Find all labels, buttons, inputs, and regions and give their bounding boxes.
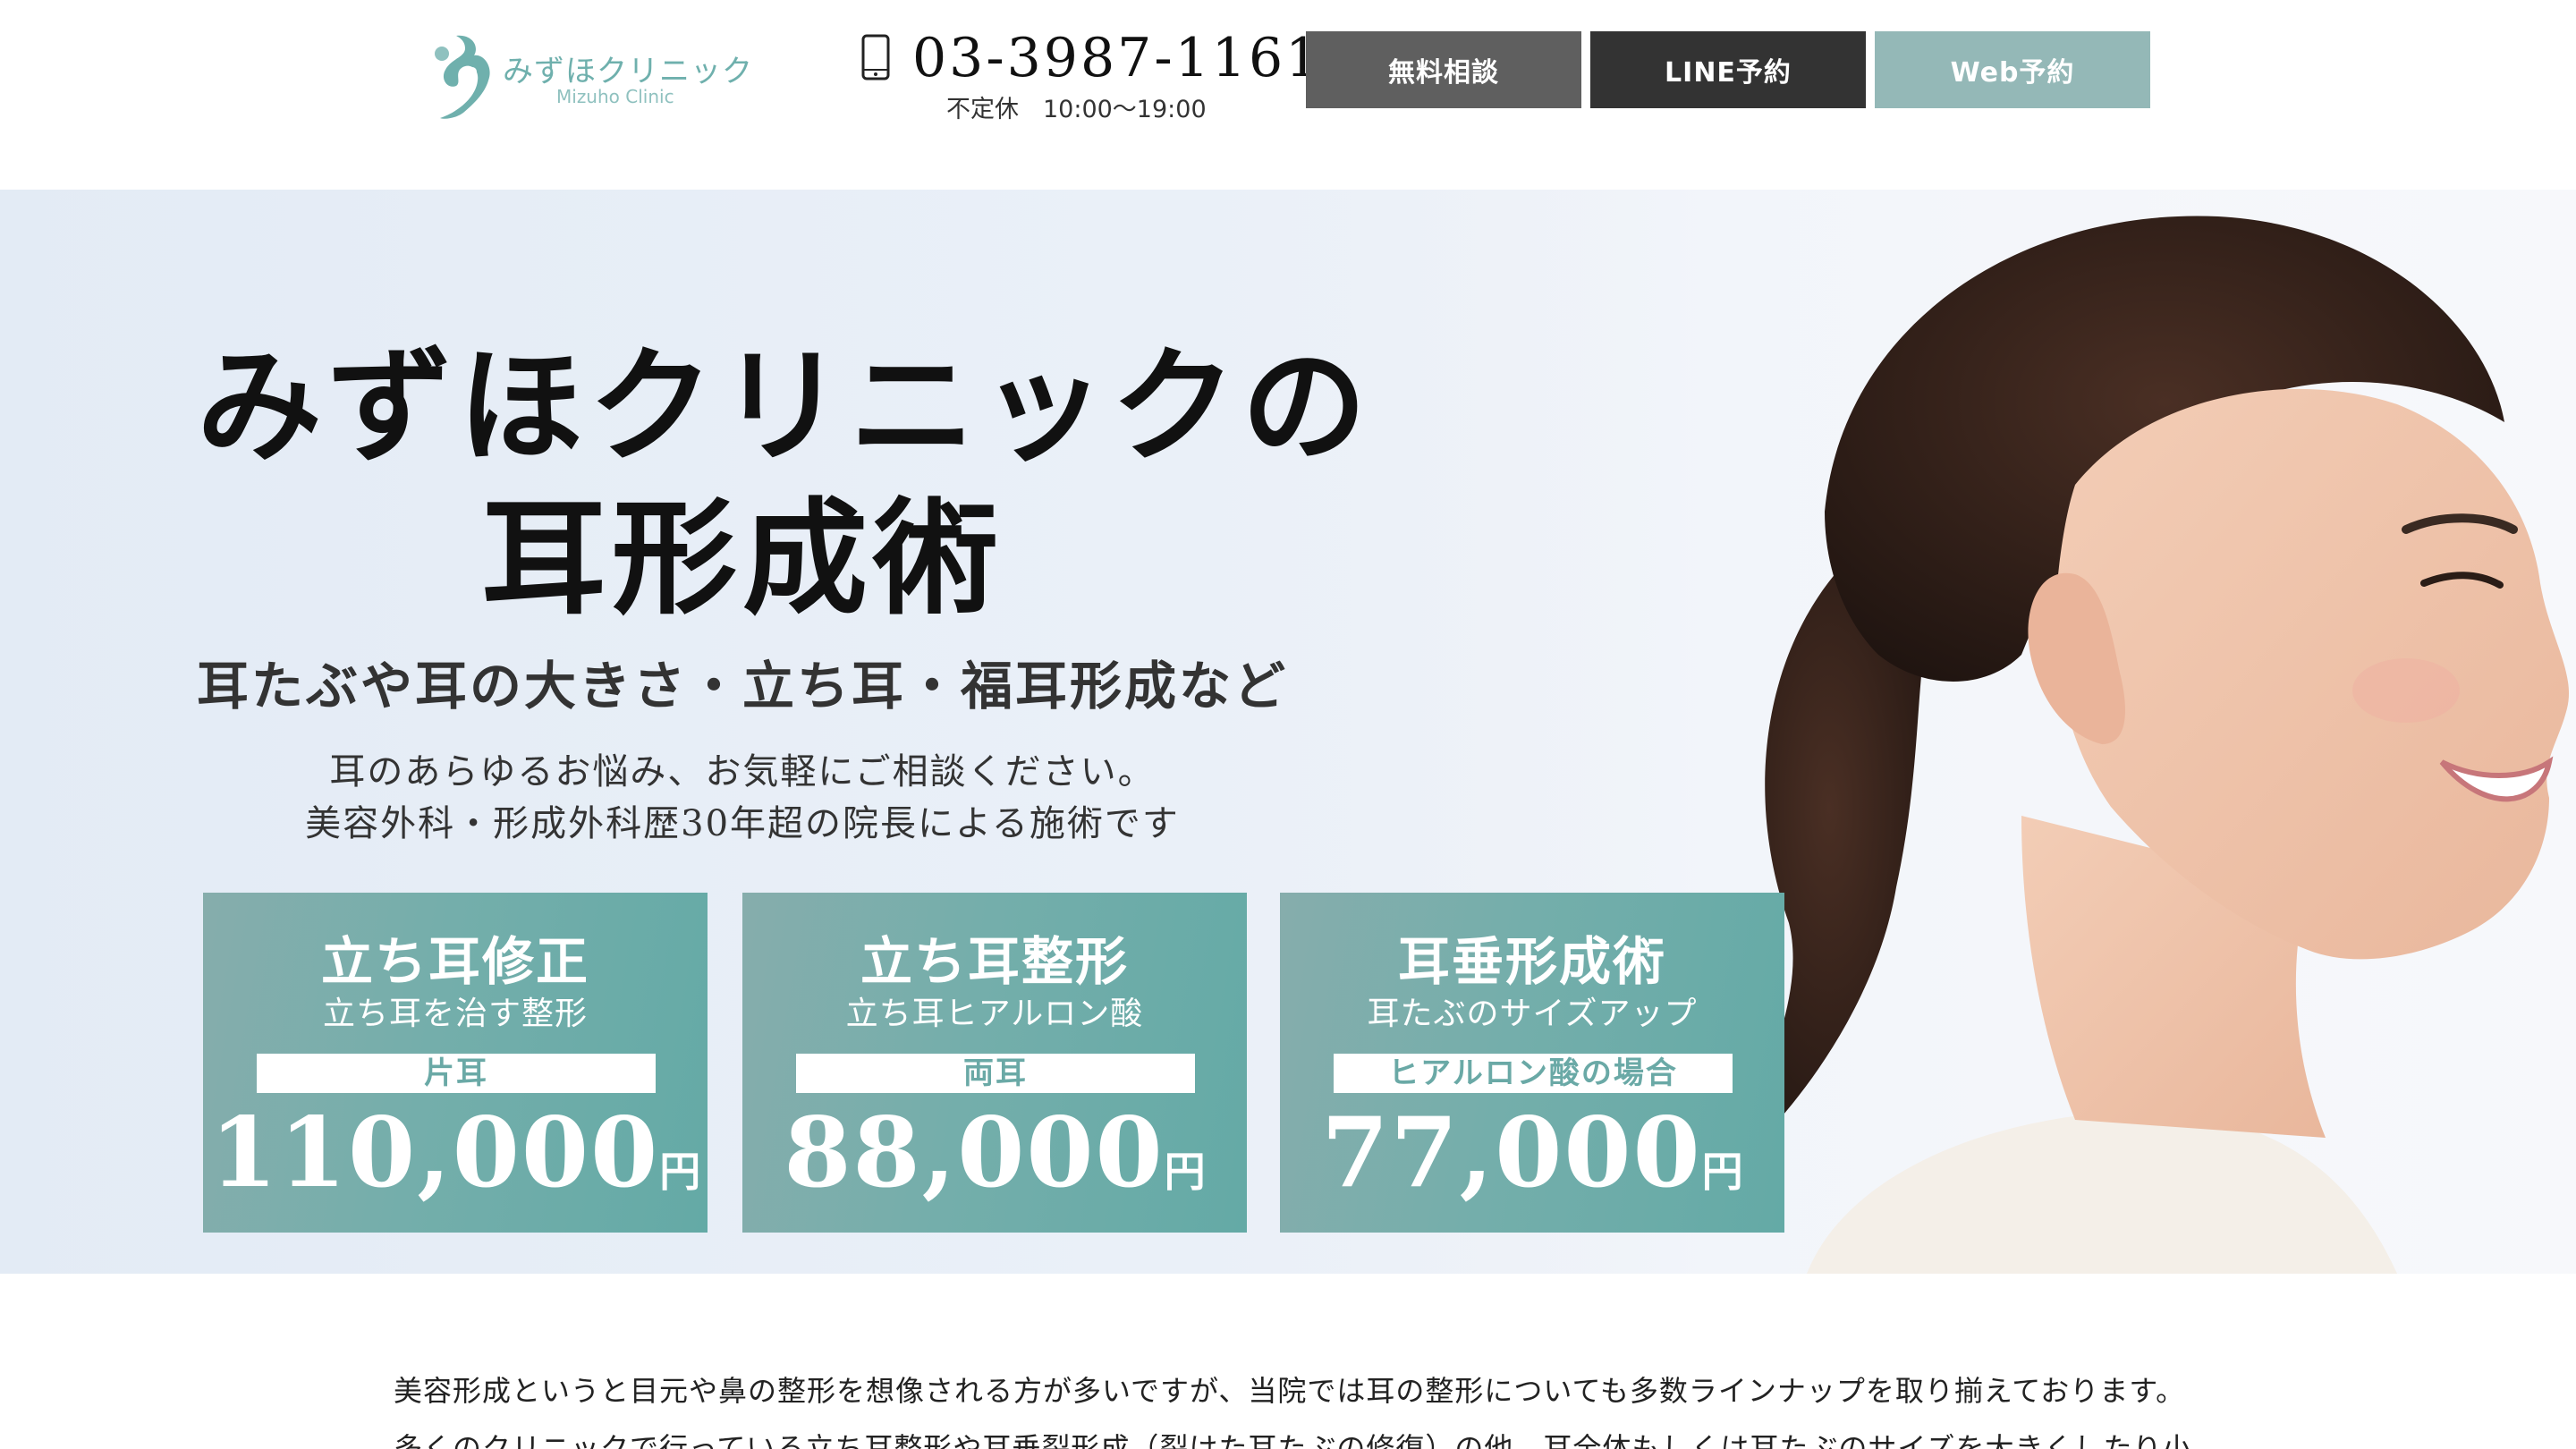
price-amount: 110,000 (209, 1097, 660, 1209)
price-unit: 円 (1701, 1148, 1743, 1196)
hero-description-line2: 美容外科・形成外科歴30年超の院長による施術です (305, 803, 1180, 844)
price-card-prominent-ear-correction[interactable]: 立ち耳修正 立ち耳を治す整形 片耳 110,000円 (203, 893, 708, 1233)
card-price: 77,000円 (1280, 1097, 1784, 1209)
price-card-prominent-ear-hyaluronic[interactable]: 立ち耳整形 立ち耳ヒアルロン酸 両耳 88,000円 (742, 893, 1247, 1233)
clinic-logo[interactable]: みずほクリニック Mizuho Clinic (420, 27, 752, 125)
logo-name-jp: みずほクリニック (503, 54, 753, 89)
card-title: 耳垂形成術 (1397, 931, 1666, 992)
card-badge: 両耳 (796, 1054, 1195, 1093)
price-amount: 88,000 (784, 1097, 1165, 1209)
card-price: 88,000円 (742, 1097, 1247, 1209)
line-reservation-button[interactable]: LINE予約 (1590, 31, 1866, 108)
card-subtitle: 耳たぶのサイズアップ (1367, 996, 1698, 1032)
hero-subtitle: 耳たぶや耳の大きさ・立ち耳・福耳形成など (197, 656, 1289, 716)
site-header: みずほクリニック Mizuho Clinic 03-3987-1161 不定休 … (0, 0, 2576, 190)
logo-name-en: Mizuho Clinic (556, 86, 674, 107)
hero-banner: みずほクリニックの 耳形成術 耳たぶや耳の大きさ・立ち耳・福耳形成など 耳のあら… (0, 190, 2576, 1274)
web-reservation-button[interactable]: Web予約 (1875, 31, 2150, 108)
phone-contact[interactable]: 03-3987-1161 不定休 10:00〜19:00 (857, 27, 1319, 125)
card-subtitle: 立ち耳を治す整形 (322, 996, 588, 1032)
business-hours: 不定休 10:00〜19:00 (946, 96, 1207, 123)
logo-mark-icon (435, 35, 490, 119)
card-badge: ヒアルロン酸の場合 (1334, 1054, 1733, 1093)
smartphone-icon (861, 34, 890, 80)
intro-paragraph-line2: 多くのクリニックで行っている立ち耳整形や耳垂裂形成（裂けた耳たぶの修復）の他、耳… (394, 1431, 2192, 1449)
price-amount: 77,000 (1321, 1097, 1702, 1209)
card-price: 110,000円 (203, 1097, 708, 1209)
price-card-earlobe-surgery[interactable]: 耳垂形成術 耳たぶのサイズアップ ヒアルロン酸の場合 77,000円 (1280, 893, 1784, 1233)
phone-number[interactable]: 03-3987-1161 (912, 27, 1322, 89)
card-title: 立ち耳整形 (860, 931, 1129, 992)
price-unit: 円 (1164, 1148, 1206, 1196)
hero-title-line2: 耳形成術 (480, 486, 1004, 632)
card-subtitle: 立ち耳ヒアルロン酸 (845, 996, 1144, 1032)
hero-description-line1: 耳のあらゆるお悩み、お気軽にご相談ください。 (329, 751, 1156, 792)
card-badge: 片耳 (257, 1054, 656, 1093)
price-unit: 円 (659, 1148, 701, 1196)
free-consultation-button[interactable]: 無料相談 (1306, 31, 1581, 108)
intro-paragraph-line1: 美容形成というと目元や鼻の整形を想像される方が多いですが、当院では耳の整形につい… (394, 1374, 2186, 1408)
card-title: 立ち耳修正 (320, 931, 589, 992)
